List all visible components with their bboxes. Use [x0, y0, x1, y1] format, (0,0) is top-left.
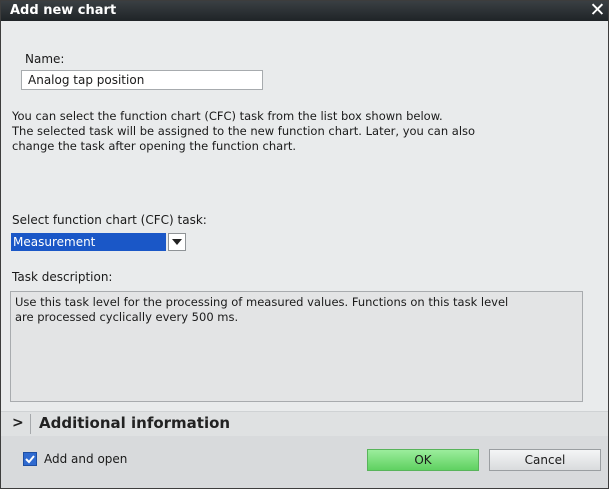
- dropdown-arrow-icon[interactable]: [168, 233, 186, 251]
- add-new-chart-dialog: Add new chart ✕ Name: Analog tap positio…: [0, 0, 609, 489]
- add-and-open-checkbox[interactable]: [23, 452, 37, 466]
- additional-information-label[interactable]: Additional information: [39, 414, 230, 432]
- task-description-box: Use this task level for the processing o…: [10, 291, 583, 402]
- ok-button[interactable]: OK: [367, 449, 479, 471]
- task-select-label: Select function chart (CFC) task:: [12, 213, 207, 227]
- dialog-title: Add new chart: [10, 3, 117, 18]
- info-line: The selected task will be assigned to th…: [12, 124, 476, 138]
- close-icon[interactable]: ✕: [589, 0, 606, 21]
- name-label: Name:: [25, 52, 65, 66]
- cancel-button[interactable]: Cancel: [489, 449, 601, 471]
- info-line: change the task after opening the functi…: [12, 139, 297, 153]
- add-and-open-label[interactable]: Add and open: [44, 452, 127, 466]
- divider: [30, 414, 31, 434]
- checkmark-icon: [25, 455, 35, 464]
- title-bar[interactable]: Add new chart ✕: [1, 0, 608, 21]
- task-description-label: Task description:: [12, 270, 113, 284]
- task-select[interactable]: Measurement: [11, 233, 186, 251]
- additional-information-section[interactable]: > Additional information: [1, 411, 608, 437]
- task-select-value[interactable]: Measurement: [11, 233, 166, 251]
- description-line: Use this task level for the processing o…: [15, 295, 509, 309]
- description-line: are processed cyclically every 500 ms.: [15, 310, 239, 324]
- info-text: You can select the function chart (CFC) …: [12, 109, 592, 154]
- chevron-right-icon[interactable]: >: [12, 415, 24, 431]
- dialog-footer: Add and open OK Cancel: [1, 436, 608, 488]
- name-input[interactable]: Analog tap position: [21, 70, 263, 90]
- info-line: You can select the function chart (CFC) …: [12, 109, 443, 123]
